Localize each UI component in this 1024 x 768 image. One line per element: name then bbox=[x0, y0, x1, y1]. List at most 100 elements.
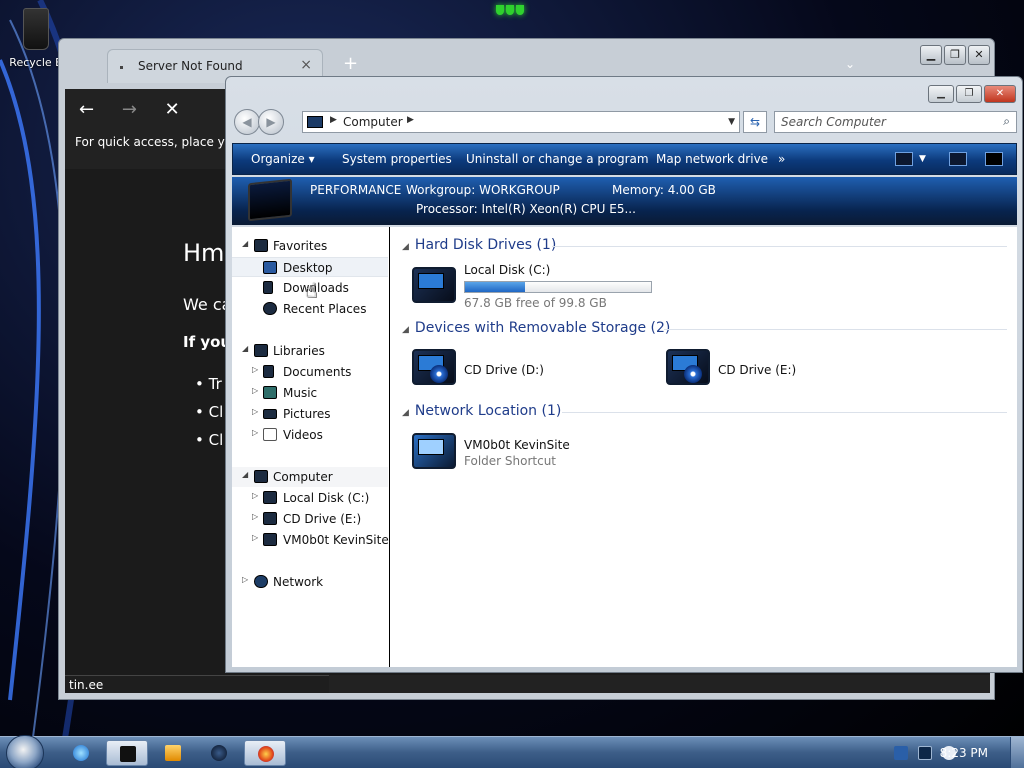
nav-label: Recent Places bbox=[283, 302, 367, 316]
nav-label: Videos bbox=[283, 428, 323, 442]
collapse-arrow-icon[interactable]: ◢ bbox=[242, 239, 248, 248]
search-icon[interactable]: ⌕ bbox=[1003, 114, 1010, 129]
firefox-icon bbox=[258, 746, 274, 762]
expand-arrow-icon[interactable]: ▷ bbox=[252, 491, 258, 500]
browser-close-button[interactable]: ✕ bbox=[968, 45, 990, 65]
expand-arrow-icon[interactable]: ▷ bbox=[252, 512, 258, 521]
group-collapse-icon[interactable]: ◢ bbox=[402, 242, 409, 252]
taskbar-firefox-button[interactable] bbox=[244, 740, 286, 766]
help-icon[interactable] bbox=[985, 152, 1003, 166]
new-tab-button[interactable]: + bbox=[343, 53, 358, 74]
cd-drive-icon bbox=[666, 343, 712, 387]
address-dropdown-icon[interactable]: ▼ bbox=[728, 117, 735, 127]
address-bar[interactable]: ▶ Computer ▶ ▼ bbox=[302, 111, 740, 133]
nav-favorites[interactable]: ◢ Favorites bbox=[232, 236, 388, 256]
error-bullet: • Cl bbox=[195, 431, 224, 449]
group-collapse-icon[interactable]: ◢ bbox=[402, 408, 409, 418]
network-icon[interactable] bbox=[918, 746, 932, 760]
nav-label: Libraries bbox=[273, 344, 325, 358]
more-commands-button[interactable]: » bbox=[778, 152, 785, 166]
taskbar-app-button[interactable] bbox=[198, 740, 240, 766]
back-arrow-icon[interactable]: ◀ bbox=[234, 109, 260, 135]
folder-icon bbox=[120, 746, 136, 762]
view-options-icon[interactable] bbox=[895, 152, 913, 166]
tab-close-button[interactable]: × bbox=[300, 57, 312, 73]
breadcrumb-computer[interactable]: Computer bbox=[343, 115, 403, 129]
group-collapse-icon[interactable]: ◢ bbox=[402, 325, 409, 335]
collapse-arrow-icon[interactable]: ◢ bbox=[242, 344, 248, 353]
desktop-icon-recycle-bin[interactable]: Recycle B bbox=[6, 8, 66, 69]
breadcrumb-chevron-icon[interactable]: ▶ bbox=[407, 115, 414, 125]
browser-minimize-button[interactable]: ▁ bbox=[920, 45, 942, 65]
start-button[interactable] bbox=[6, 735, 44, 768]
star-icon bbox=[254, 239, 268, 252]
desktop-icon bbox=[263, 261, 277, 274]
explorer-minimize-button[interactable]: ▁ bbox=[928, 85, 954, 103]
search-placeholder: Search Computer bbox=[781, 115, 886, 129]
computer-icon bbox=[254, 470, 268, 483]
app-orb-icon bbox=[211, 745, 227, 761]
hard-drive-icon bbox=[412, 261, 458, 305]
nav-local-disk[interactable]: ▷ Local Disk (C:) bbox=[232, 488, 388, 508]
taskbar-media-button[interactable] bbox=[152, 740, 194, 766]
nav-network[interactable]: ▷ Network bbox=[232, 572, 388, 592]
system-tray: 8:23 PM bbox=[856, 737, 1024, 768]
nav-computer[interactable]: ◢ Computer bbox=[232, 467, 388, 487]
nav-kevinsite[interactable]: ▷ VM0b0t KevinSite bbox=[232, 530, 389, 550]
tab-list-button[interactable]: ⌄ bbox=[845, 57, 855, 71]
organize-button[interactable]: Organize ▾ bbox=[251, 152, 315, 166]
local-disk-name: Local Disk (C:) bbox=[464, 263, 551, 277]
taskbar-explorer-button[interactable] bbox=[106, 740, 148, 766]
expand-arrow-icon[interactable]: ▷ bbox=[242, 575, 248, 584]
nav-documents[interactable]: ▷ Documents bbox=[232, 362, 388, 382]
nav-desktop[interactable]: Desktop bbox=[232, 257, 388, 277]
nav-label: Pictures bbox=[283, 407, 331, 421]
group-header-removable[interactable]: ◢ Devices with Removable Storage (2) bbox=[392, 320, 670, 336]
nav-pictures[interactable]: ▷ Pictures bbox=[232, 404, 388, 424]
forward-button[interactable]: → bbox=[122, 99, 137, 120]
expand-arrow-icon[interactable]: ▷ bbox=[252, 428, 258, 437]
command-bar: Organize ▾ System properties Uninstall o… bbox=[232, 143, 1017, 175]
nav-videos[interactable]: ▷ Videos bbox=[232, 425, 388, 445]
error-heading: Hm bbox=[183, 239, 225, 267]
map-network-drive-button[interactable]: Map network drive bbox=[656, 152, 768, 166]
expand-arrow-icon[interactable]: ▷ bbox=[252, 407, 258, 416]
back-button[interactable]: ← bbox=[79, 99, 94, 120]
nav-libraries[interactable]: ◢ Libraries bbox=[232, 341, 388, 361]
system-properties-button[interactable]: System properties bbox=[342, 152, 452, 166]
cd-drive-icon bbox=[412, 343, 458, 387]
forward-arrow-icon[interactable]: ▶ bbox=[258, 109, 284, 135]
browser-maximize-button[interactable]: ❐ bbox=[944, 45, 966, 65]
disk-usage-bar bbox=[464, 281, 652, 293]
nav-music[interactable]: ▷ Music bbox=[232, 383, 388, 403]
clock[interactable]: 8:23 PM bbox=[940, 746, 988, 760]
hard-drive-icon bbox=[263, 491, 277, 504]
tray-app-icon[interactable] bbox=[894, 746, 908, 760]
network-folder-icon bbox=[263, 533, 277, 546]
breadcrumb-chevron-icon[interactable]: ▶ bbox=[330, 115, 337, 125]
expand-arrow-icon[interactable]: ▷ bbox=[252, 365, 258, 374]
collapse-arrow-icon[interactable]: ◢ bbox=[242, 470, 248, 479]
taskbar-ie-button[interactable] bbox=[60, 740, 102, 766]
search-input[interactable]: Search Computer ⌕ bbox=[774, 111, 1017, 133]
explorer-close-button[interactable]: ✕ bbox=[984, 85, 1016, 103]
stop-button[interactable]: ✕ bbox=[165, 99, 180, 120]
explorer-maximize-button[interactable]: ❐ bbox=[956, 85, 982, 103]
downloads-icon bbox=[263, 281, 273, 294]
nav-cd-drive[interactable]: ▷ CD Drive (E:) bbox=[232, 509, 388, 529]
refresh-button[interactable]: ⇆ bbox=[743, 111, 767, 133]
expand-arrow-icon[interactable]: ▷ bbox=[252, 533, 258, 542]
nav-recent-places[interactable]: Recent Places bbox=[232, 299, 388, 319]
group-header-network[interactable]: ◢ Network Location (1) bbox=[392, 403, 561, 419]
group-header-hdd[interactable]: ◢ Hard Disk Drives (1) bbox=[392, 237, 556, 253]
show-desktop-button[interactable] bbox=[1010, 737, 1024, 768]
view-dropdown-icon[interactable]: ▼ bbox=[919, 154, 926, 164]
uninstall-program-button[interactable]: Uninstall or change a program bbox=[466, 152, 649, 166]
group-divider bbox=[562, 412, 1007, 413]
explorer-window-controls: ▁ ❐ ✕ bbox=[928, 85, 1016, 103]
expand-arrow-icon[interactable]: ▷ bbox=[252, 386, 258, 395]
preview-pane-icon[interactable] bbox=[949, 152, 967, 166]
processor: Processor: Intel(R) Xeon(R) CPU E5... bbox=[416, 202, 636, 216]
computer-monitor-icon bbox=[248, 178, 292, 222]
explorer-window[interactable]: ▁ ❐ ✕ ◀ ▶ ▶ Computer ▶ ▼ ⇆ Search Comput… bbox=[225, 76, 1023, 673]
